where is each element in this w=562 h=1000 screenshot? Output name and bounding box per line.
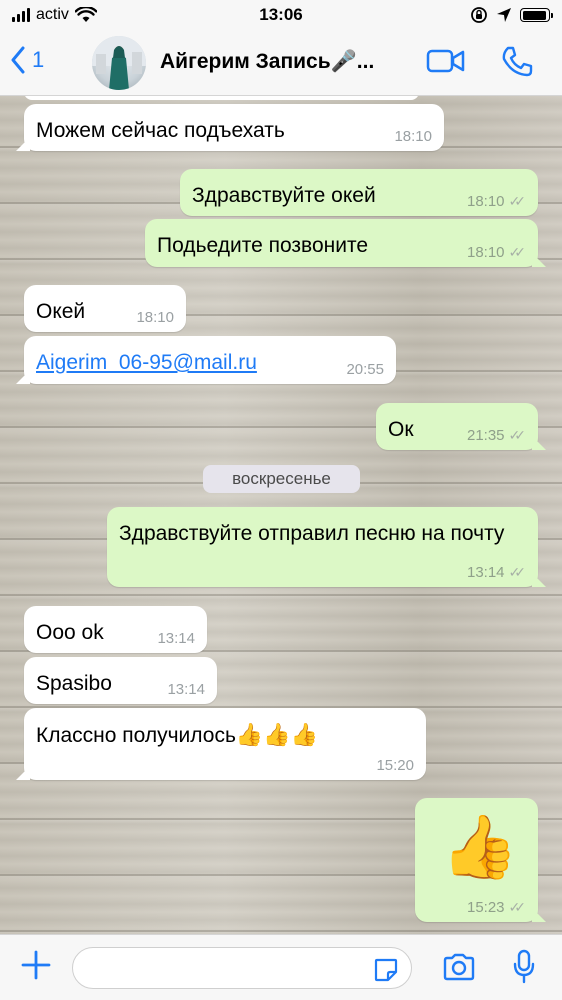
camera-icon[interactable] (442, 953, 476, 981)
message-time: 18:10 (394, 128, 432, 145)
message-time: 20:55 (346, 361, 384, 378)
message-time: 13:14 (466, 564, 505, 581)
avatar-picture (92, 36, 146, 90)
read-receipt-icon: ✓✓ (508, 427, 527, 443)
message-time: 15:23 (466, 899, 505, 916)
message-incoming[interactable]: Aigerim_06-95@mail.ru 20:55 (24, 336, 396, 384)
message-time: 13:14 (157, 630, 195, 647)
message-incoming[interactable]: Ооо ok 13:14 (24, 606, 207, 653)
rotation-lock-icon (471, 7, 487, 23)
message-incoming[interactable]: Spasibo 13:14 (24, 657, 217, 704)
microphone-icon[interactable] (512, 949, 536, 985)
message-time: 18:10 (136, 309, 174, 326)
contact-name: Айгерим Запись (160, 50, 331, 73)
back-button[interactable]: 1 (10, 46, 44, 74)
battery-icon (520, 8, 553, 22)
message-incoming[interactable]: Окей 18:10 (24, 285, 186, 332)
read-receipt-icon: ✓✓ (508, 564, 527, 580)
status-bar: activ 13:06 (0, 0, 562, 30)
status-right (470, 6, 553, 24)
email-link[interactable]: Aigerim_06-95@mail.ru (36, 348, 384, 378)
message-outgoing-sticker[interactable]: 👍 15:23 ✓✓ (415, 798, 538, 922)
message-meta: 13:14 (167, 681, 205, 698)
message-time: 15:20 (376, 757, 414, 774)
message-text: Можем сейчас подъехать (36, 119, 285, 142)
message-meta: 18:10 ✓✓ (467, 244, 526, 261)
message-outgoing[interactable]: Ок 21:35 ✓✓ (376, 403, 538, 450)
previous-message-fragment (24, 96, 419, 100)
contact-title[interactable]: Айгерим Запись🎤... (160, 50, 374, 74)
message-time: 21:35 (466, 427, 505, 444)
message-time: 13:14 (167, 681, 205, 698)
message-meta: 20:55 (346, 361, 384, 378)
message-text: Здравствуйте отправил песню на почту (119, 522, 505, 545)
date-divider: воскресенье (203, 465, 360, 493)
message-meta: 18:10 (136, 309, 174, 326)
message-outgoing[interactable]: Подьедите позвоните 18:10 ✓✓ (145, 219, 538, 267)
message-meta: 13:14 (157, 630, 195, 647)
message-text: Классно получилось (36, 724, 236, 747)
avatar[interactable] (92, 36, 146, 90)
message-outgoing[interactable]: Здравствуйте отправил песню на почту 13:… (107, 507, 538, 587)
unread-count: 1 (32, 47, 45, 72)
message-input[interactable] (72, 947, 412, 989)
plus-icon[interactable] (20, 949, 52, 981)
message-meta: 21:35 ✓✓ (467, 427, 526, 444)
message-meta: 18:10 (394, 128, 432, 145)
message-time: 18:10 (466, 244, 505, 261)
message-meta: 18:10 ✓✓ (467, 193, 526, 210)
message-incoming[interactable]: Классно получилось👍👍👍 15:20 (24, 708, 426, 780)
thumbs-up-emoji-icon: 👍 (441, 813, 519, 882)
sticker-icon[interactable] (373, 957, 399, 983)
thumbs-up-emoji-icon: 👍👍👍 (235, 722, 319, 747)
message-outgoing[interactable]: Здравствуйте окей 18:10 ✓✓ (180, 169, 538, 216)
message-meta: 15:20 (376, 757, 414, 774)
phone-call-icon[interactable] (500, 45, 534, 79)
location-icon (497, 8, 511, 22)
chat-header: 1 Айгерим Запись🎤... (0, 30, 562, 96)
read-receipt-icon: ✓✓ (508, 899, 527, 915)
message-incoming[interactable]: Можем сейчас подъехать 18:10 (24, 104, 444, 151)
message-input-bar (0, 934, 562, 1000)
chevron-left-icon (11, 46, 25, 74)
message-text-wrap: Классно получилось👍👍👍 (36, 720, 414, 751)
title-ellipsis: ... (356, 50, 375, 73)
message-meta: 15:23 ✓✓ (467, 899, 526, 916)
read-receipt-icon: ✓✓ (508, 244, 527, 260)
video-call-icon[interactable] (426, 48, 466, 74)
microphone-emoji-icon: 🎤 (330, 50, 357, 73)
message-time: 18:10 (466, 193, 505, 210)
message-meta: 13:14 ✓✓ (467, 564, 526, 581)
read-receipt-icon: ✓✓ (508, 193, 527, 209)
chat-area[interactable]: Можем сейчас подъехать 18:10 Здравствуйт… (0, 96, 562, 934)
